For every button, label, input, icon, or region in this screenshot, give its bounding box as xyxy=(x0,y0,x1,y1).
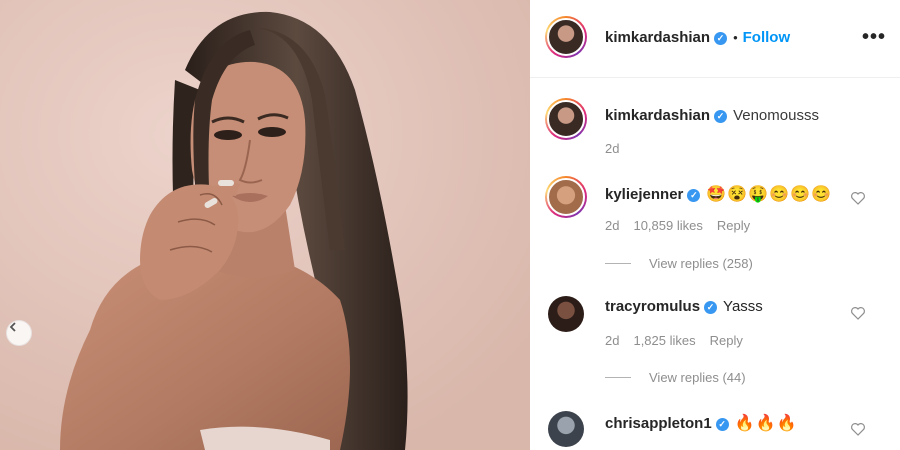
verified-badge-icon: ✓ xyxy=(704,301,718,314)
comment-body: kyliejenner ✓ 🤩😵🤑😊😊😊 xyxy=(605,184,832,204)
comment-timestamp[interactable]: 2d xyxy=(605,218,619,233)
view-replies-button[interactable]: View replies (44) xyxy=(605,370,746,385)
caption-text: Venomousss xyxy=(733,107,819,124)
comment-username[interactable]: kyliejenner xyxy=(605,186,683,203)
commenter-avatar[interactable] xyxy=(545,176,587,218)
reply-button[interactable]: Reply xyxy=(717,218,750,233)
replies-divider xyxy=(605,263,631,264)
commenter-avatar[interactable] xyxy=(548,296,584,332)
chevron-left-icon xyxy=(9,322,16,332)
comment-likes[interactable]: 1,825 likes xyxy=(633,333,695,348)
comment-likes[interactable]: 10,859 likes xyxy=(633,218,702,233)
more-options-icon[interactable]: ••• xyxy=(862,27,886,47)
separator-dot: • xyxy=(733,30,738,45)
heart-outline-icon[interactable] xyxy=(850,305,866,321)
commenter-avatar[interactable] xyxy=(548,411,584,447)
heart-outline-icon[interactable] xyxy=(850,421,866,437)
comment-body: tracyromulus ✓ Yasss xyxy=(605,298,763,316)
heart-outline-icon[interactable] xyxy=(850,190,866,206)
author-username[interactable]: kimkardashian xyxy=(605,29,710,46)
caption-author-avatar[interactable] xyxy=(545,98,587,140)
previous-photo-button[interactable] xyxy=(6,320,32,346)
comment-text: 🔥🔥🔥 xyxy=(734,415,798,432)
post-side-panel: kimkardashian ✓ • Follow ••• kimkardashian ✓… xyxy=(530,0,900,450)
view-replies-label: View replies (44) xyxy=(649,370,746,385)
replies-divider xyxy=(605,377,631,378)
verified-badge-icon: ✓ xyxy=(714,32,728,45)
comment-text: Yasss xyxy=(723,298,763,315)
comment-text: 🤩😵🤑😊😊😊 xyxy=(706,186,832,203)
author-avatar[interactable] xyxy=(545,16,587,58)
comment-username[interactable]: chrisappleton1 xyxy=(605,415,712,432)
comment-body: chrisappleton1 ✓ 🔥🔥🔥 xyxy=(605,413,797,433)
post-header: kimkardashian ✓ • Follow ••• xyxy=(530,0,900,78)
comment-meta: 2d 1,825 likes Reply xyxy=(605,333,757,348)
comment-meta: 2d 10,859 likes Reply xyxy=(605,218,764,233)
reply-button[interactable]: Reply xyxy=(710,333,743,348)
view-replies-button[interactable]: View replies (258) xyxy=(605,256,753,271)
caption: kimkardashian ✓ Venomousss xyxy=(605,107,819,125)
verified-badge-icon: ✓ xyxy=(687,189,701,202)
view-replies-label: View replies (258) xyxy=(649,256,753,271)
verified-badge-icon: ✓ xyxy=(715,418,729,431)
comment-username[interactable]: tracyromulus xyxy=(605,298,700,315)
caption-username[interactable]: kimkardashian xyxy=(605,107,710,124)
verified-badge-icon: ✓ xyxy=(714,110,728,123)
follow-button[interactable]: Follow xyxy=(743,29,791,46)
author-line: kimkardashian ✓ • Follow xyxy=(605,29,790,46)
comment-timestamp[interactable]: 2d xyxy=(605,333,619,348)
post-image xyxy=(0,0,530,450)
post-photo xyxy=(0,0,530,450)
caption-timestamp[interactable]: 2d xyxy=(605,141,619,156)
